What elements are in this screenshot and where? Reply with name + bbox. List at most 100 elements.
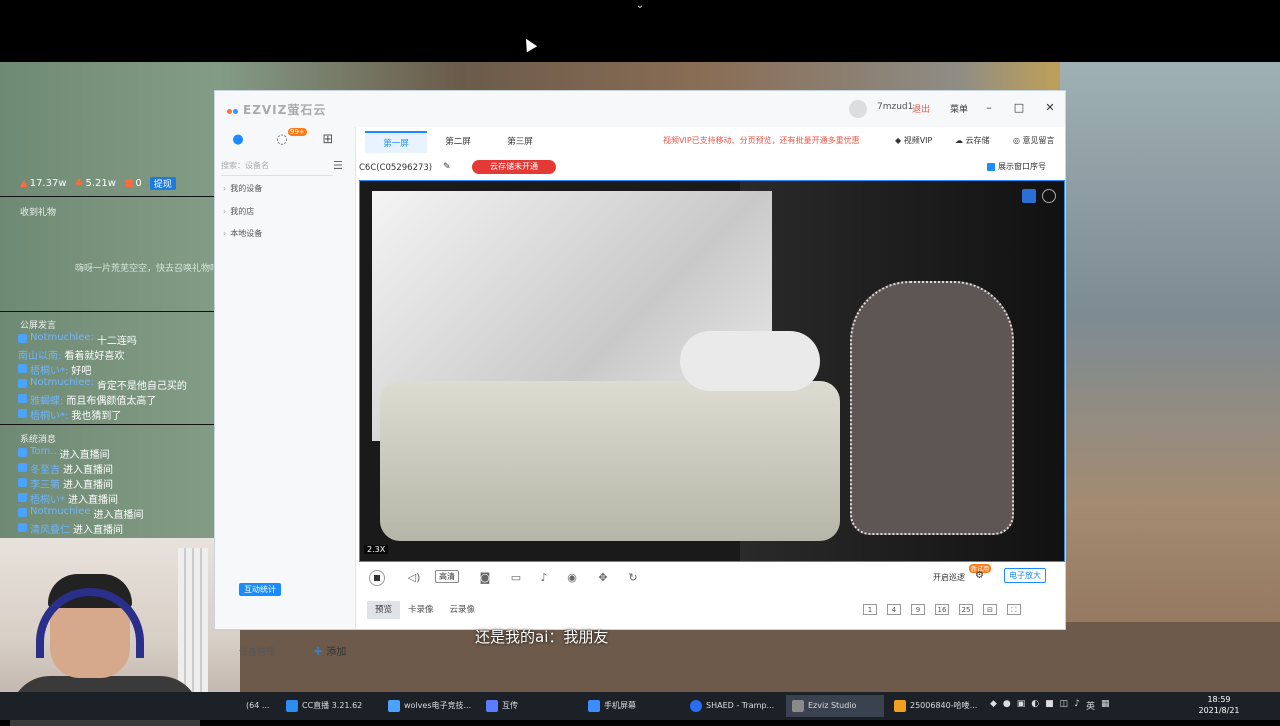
tray-app-icon[interactable]: ▣ xyxy=(1017,699,1026,712)
quality-button[interactable]: 高清 xyxy=(435,570,459,583)
tab-screen-2[interactable]: 第二屏 xyxy=(427,131,489,153)
clock-date: 2021/8/21 xyxy=(1198,706,1240,715)
info-icon[interactable] xyxy=(1022,189,1036,203)
device-management-link[interactable]: 设备管理 xyxy=(239,645,275,658)
tab-preview[interactable]: 预览 xyxy=(367,601,401,619)
custom-layout-icon[interactable]: ⊟ xyxy=(983,604,997,615)
stop-icon[interactable] xyxy=(369,570,385,586)
input-language[interactable]: 英 xyxy=(1086,699,1095,712)
chat-line: Notmuchlee: 十二连吗 xyxy=(18,332,137,347)
enter-line: Notmuchlee 进入直播间 xyxy=(18,506,144,521)
app-icon xyxy=(792,700,804,712)
taskbar-item-ezviz[interactable]: Ezviz Studio xyxy=(786,695,884,717)
cloud-storage-link[interactable]: ☁ 云存储 xyxy=(955,135,990,146)
system-message-title: 系统消息 xyxy=(20,435,57,445)
microphone-icon[interactable]: ♪ xyxy=(535,570,553,586)
taskbar-item-cc[interactable]: CC直播 3.21.62 xyxy=(280,695,378,717)
chevron-down-icon[interactable]: ⌄ xyxy=(632,0,648,12)
system-clock[interactable]: 18:59 2021/8/21 xyxy=(1194,694,1244,716)
show-window-index-checkbox[interactable]: 展示窗口序号 xyxy=(987,161,1046,172)
keyboard-icon[interactable]: ▦ xyxy=(1101,699,1110,712)
taskbar-item-wolves[interactable]: wolves电子竞技... xyxy=(382,695,476,717)
tab-card-record[interactable]: 卡录像 xyxy=(400,601,442,619)
cloud-icon: ☁ xyxy=(955,136,963,145)
camera-snapshot-icon[interactable]: ◙ xyxy=(476,570,494,586)
app-icon xyxy=(388,700,400,712)
layout-9-button[interactable]: 9 xyxy=(911,604,925,615)
tab-screen-1[interactable]: 第一屏 xyxy=(365,131,427,153)
user-level-icon xyxy=(18,523,27,532)
digital-zoom-button[interactable]: 电子放大 xyxy=(1004,568,1046,583)
minimize-icon[interactable]: – xyxy=(981,100,997,116)
window-titlebar[interactable] xyxy=(215,91,1065,127)
taskbar-item[interactable]: (64 ... xyxy=(240,695,276,717)
vip-icon: ◆ xyxy=(895,136,902,145)
flame-icon: ▲ xyxy=(20,177,28,189)
volume-icon[interactable]: ♪ xyxy=(1074,699,1080,712)
layout-1-button[interactable]: 1 xyxy=(863,604,877,615)
avatar[interactable] xyxy=(849,100,867,118)
close-icon[interactable]: ✕ xyxy=(1042,100,1058,116)
network-icon[interactable]: ◫ xyxy=(1060,699,1069,712)
gift-stat: ■ 0 xyxy=(123,177,142,189)
sidebar-item-local-devices[interactable]: 本地设备 xyxy=(223,228,262,239)
checkbox-checked-icon xyxy=(987,162,995,171)
layout-4-button[interactable]: 4 xyxy=(887,604,901,615)
maximize-icon[interactable]: □ xyxy=(1011,100,1027,116)
enter-line: 李三第 进入直播间 xyxy=(18,476,113,491)
enter-line: 清风叠仁 进入直播间 xyxy=(18,521,123,536)
sidebar-item-my-shop[interactable]: 我的店 xyxy=(223,206,254,217)
ptz-direction-icon[interactable]: ✥ xyxy=(594,570,612,586)
tray-app-icon[interactable]: ◐ xyxy=(1031,699,1039,712)
layout-selector: 1 4 9 16 25 ⊟ ⛶ xyxy=(863,604,1021,615)
interaction-stats-button[interactable]: 互动统计 xyxy=(239,583,281,596)
user-level-icon xyxy=(18,364,27,373)
clock-time: 18:59 xyxy=(1207,695,1231,704)
chat-line: 梧桐い*: 好吧 xyxy=(18,362,91,377)
volume-icon[interactable]: ◁) xyxy=(405,570,423,586)
edit-icon[interactable]: ✎ xyxy=(443,162,451,172)
taskbar-item-phone[interactable]: 手机屏幕 xyxy=(582,695,680,717)
layout-16-button[interactable]: 16 xyxy=(935,604,949,615)
tab-cloud-record[interactable]: 云录像 xyxy=(442,601,484,619)
app-icon xyxy=(588,700,600,712)
record-icon[interactable]: ▭ xyxy=(507,570,525,586)
patrol-button[interactable]: 开启巡逻 xyxy=(933,572,965,583)
list-view-icon[interactable]: ☰ xyxy=(333,159,343,172)
fullscreen-icon[interactable]: ⛶ xyxy=(1007,604,1021,615)
camera-name: C6C(C05296273) xyxy=(359,163,433,173)
grid-icon[interactable]: ⊞ xyxy=(319,131,337,149)
taskbar-item-transfer[interactable]: 互传 xyxy=(480,695,578,717)
message-count-badge: 99+ xyxy=(288,128,307,136)
refresh-icon[interactable]: ↻ xyxy=(624,570,642,586)
sidebar-item-my-devices[interactable]: 我的设备 xyxy=(223,183,262,194)
layout-25-button[interactable]: 25 xyxy=(959,604,973,615)
video-vip-link[interactable]: ◆ 视频VIP xyxy=(895,135,932,146)
video-sofa-seat xyxy=(380,381,840,541)
zoom-level: 2.3X xyxy=(364,545,389,554)
tray-app-icon[interactable]: ● xyxy=(1003,699,1011,712)
system-tray: ◆ ● ▣ ◐ ■ ◫ ♪ 英 ▦ xyxy=(990,699,1109,712)
user-level-icon xyxy=(18,478,27,487)
eye-icon[interactable]: ◉ xyxy=(563,570,581,586)
taskbar-item-music[interactable]: SHAED - Tramp... xyxy=(684,695,782,717)
withdraw-button[interactable]: 提现 xyxy=(149,176,176,190)
cloud-storage-status[interactable]: 云存储未开通 xyxy=(472,160,556,174)
menu-button[interactable]: 菜单 xyxy=(950,102,968,115)
taskbar-item-video[interactable]: 25006840-哈喽... xyxy=(888,695,984,717)
user-icon[interactable]: ● xyxy=(229,131,247,149)
live-video-view[interactable]: 2.3X xyxy=(359,180,1065,562)
public-chat-title: 公屏发言 xyxy=(20,321,57,331)
add-device-button[interactable]: + 添加 xyxy=(313,643,346,658)
vip-promo-link[interactable]: 视频VIP已支持移动、分页预览，还有批量开通多重优惠 xyxy=(663,135,860,146)
device-search-input[interactable]: 搜索：设备名 xyxy=(221,157,333,176)
tray-app-icon[interactable]: ■ xyxy=(1045,699,1054,712)
playback-mode-tabs: 预览 卡录像 云录像 xyxy=(367,601,483,619)
tray-app-icon[interactable]: ◆ xyxy=(990,699,997,712)
gear-icon[interactable]: ⚙ xyxy=(975,570,984,581)
user-level-icon xyxy=(18,334,27,343)
logout-link[interactable]: 退出 xyxy=(912,102,930,115)
tab-screen-3[interactable]: 第三屏 xyxy=(489,131,551,153)
feedback-link[interactable]: ◎ 意见留言 xyxy=(1013,135,1055,146)
playback-icon[interactable] xyxy=(1042,189,1056,203)
